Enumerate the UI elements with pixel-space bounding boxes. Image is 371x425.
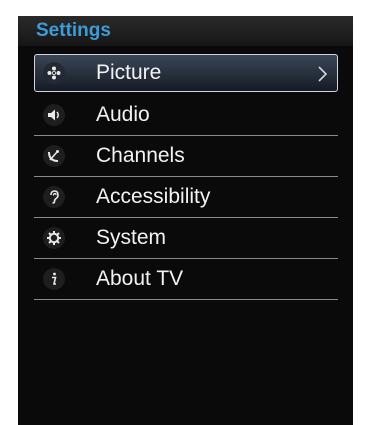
menu-item-audio[interactable]: Audio xyxy=(34,95,338,136)
menu-item-label: About TV xyxy=(96,267,184,290)
menu-item-system[interactable]: System xyxy=(34,218,338,259)
menu-item-label: Picture xyxy=(96,61,162,84)
page-title: Settings xyxy=(36,20,111,41)
ear-icon xyxy=(43,186,65,208)
divider xyxy=(34,299,338,300)
menu-item-about-tv[interactable]: About TV xyxy=(34,259,338,300)
tv-settings-screen: Settings Picture Audio Channels Accessib… xyxy=(18,16,353,425)
menu-item-label: Accessibility xyxy=(96,185,211,208)
gear-icon xyxy=(43,227,65,249)
menu-item-label: System xyxy=(96,226,167,249)
menu-item-channels[interactable]: Channels xyxy=(34,136,338,177)
menu-item-picture[interactable]: Picture xyxy=(34,54,338,92)
chevron-right-icon xyxy=(318,66,328,82)
speaker-icon xyxy=(43,104,65,126)
menu-item-label: Channels xyxy=(96,144,185,167)
satellite-dish-icon xyxy=(43,145,65,167)
info-icon xyxy=(43,268,65,290)
settings-menu: Picture Audio Channels Accessibility Sys… xyxy=(18,54,353,300)
menu-item-accessibility[interactable]: Accessibility xyxy=(34,177,338,218)
menu-item-label: Audio xyxy=(96,103,150,126)
picture-icon xyxy=(43,62,65,84)
settings-header: Settings xyxy=(18,16,353,46)
